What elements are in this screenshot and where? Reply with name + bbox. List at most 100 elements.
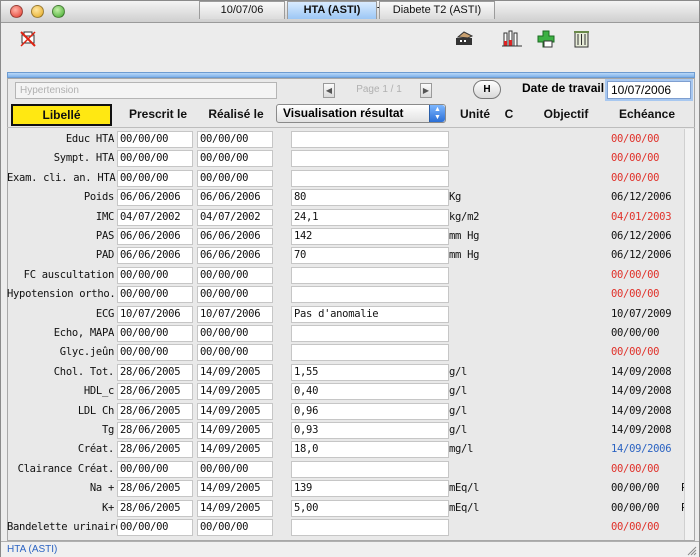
realise-field[interactable]: 10/07/2006 bbox=[197, 305, 273, 323]
no-print-icon[interactable] bbox=[17, 29, 39, 49]
resultat-field[interactable]: 1,55 bbox=[291, 363, 449, 381]
prescrit-field[interactable]: 28/06/2005 bbox=[117, 402, 193, 420]
prescrit-field[interactable]: 06/06/2006 bbox=[117, 228, 193, 245]
row-libelle[interactable]: K+ bbox=[7, 502, 114, 514]
row-libelle[interactable]: Echo, MAPA bbox=[7, 327, 115, 339]
realise-field[interactable]: 14/09/2005 bbox=[197, 422, 273, 439]
prescrit-field[interactable]: 00/00/00 bbox=[117, 519, 193, 536]
resultat-field[interactable]: 18,0 bbox=[291, 441, 449, 459]
resultat-field[interactable] bbox=[291, 266, 449, 284]
tab-date[interactable]: 10/07/06 bbox=[199, 1, 285, 19]
resultat-field[interactable] bbox=[291, 150, 449, 168]
tab-diabete[interactable]: Diabete T2 (ASTI) bbox=[379, 1, 495, 19]
row-libelle[interactable]: LDL Ch bbox=[7, 405, 114, 417]
realise-field[interactable]: 14/09/2005 bbox=[197, 402, 273, 420]
prescrit-field[interactable]: 28/06/2005 bbox=[117, 363, 193, 381]
realise-field[interactable]: 00/00/00 bbox=[197, 131, 273, 148]
resultat-field[interactable]: 0,40 bbox=[291, 383, 449, 401]
realise-field[interactable]: 00/00/00 bbox=[197, 344, 273, 362]
row-libelle[interactable]: ECG bbox=[7, 308, 114, 320]
prescrit-field[interactable]: 28/06/2005 bbox=[117, 441, 193, 459]
row-libelle[interactable]: Sympt. HTA bbox=[7, 152, 115, 164]
row-libelle[interactable]: IMC bbox=[7, 211, 114, 223]
visualisation-select[interactable]: Visualisation résultat ▲ ▼ bbox=[276, 104, 446, 123]
row-libelle[interactable]: PAS bbox=[7, 230, 114, 242]
prescrit-field[interactable]: 28/06/2005 bbox=[117, 383, 193, 401]
lab-tubes-icon[interactable] bbox=[501, 29, 523, 49]
realise-field[interactable]: 14/09/2005 bbox=[197, 499, 273, 517]
resultat-field[interactable]: 5,00 bbox=[291, 499, 449, 517]
prescrit-field[interactable]: 28/06/2005 bbox=[117, 480, 193, 498]
add-cross-icon[interactable] bbox=[535, 29, 557, 49]
resultat-field[interactable]: 80 bbox=[291, 189, 449, 207]
prescrit-field[interactable]: 00/00/00 bbox=[117, 169, 193, 187]
prescrit-field[interactable]: 00/00/00 bbox=[117, 150, 193, 168]
prescrit-field[interactable]: 00/00/00 bbox=[117, 131, 193, 148]
prev-page-button[interactable]: ◀ bbox=[323, 83, 335, 98]
resultat-field[interactable]: 142 bbox=[291, 228, 449, 245]
prescrit-field[interactable]: 00/00/00 bbox=[117, 266, 193, 284]
resultat-field[interactable]: 139 bbox=[291, 480, 449, 498]
realise-field[interactable]: 04/07/2002 bbox=[197, 208, 273, 226]
column-header-libelle[interactable]: Libellé bbox=[11, 104, 112, 126]
realise-field[interactable]: 00/00/00 bbox=[197, 519, 273, 536]
realise-field[interactable]: 00/00/00 bbox=[197, 286, 273, 304]
row-libelle[interactable]: Exam. cli. an. HTA bbox=[7, 172, 116, 184]
resultat-field[interactable]: Pas d'anomalie bbox=[291, 305, 449, 323]
row-libelle[interactable]: HDL_c bbox=[7, 385, 114, 397]
resultat-field[interactable] bbox=[291, 131, 449, 148]
tab-hta[interactable]: HTA (ASTI) bbox=[287, 1, 377, 19]
prescrit-field[interactable]: 06/06/2006 bbox=[117, 247, 193, 265]
prescrit-field[interactable]: 28/06/2005 bbox=[117, 499, 193, 517]
row-libelle[interactable]: Hypotension ortho. bbox=[7, 288, 116, 300]
row-libelle[interactable]: Chol. Tot. bbox=[7, 366, 115, 378]
realise-field[interactable]: 00/00/00 bbox=[197, 169, 273, 187]
resultat-field[interactable]: 0,96 bbox=[291, 402, 449, 420]
prescrit-field[interactable]: 04/07/2002 bbox=[117, 208, 193, 226]
realise-field[interactable]: 06/06/2006 bbox=[197, 189, 273, 207]
row-libelle[interactable]: Bandelette urinaire bbox=[7, 521, 122, 533]
realise-field[interactable]: 00/00/00 bbox=[197, 150, 273, 168]
realise-field[interactable]: 00/00/00 bbox=[197, 325, 273, 342]
key-hand-icon[interactable] bbox=[454, 29, 476, 49]
resize-grip-icon[interactable] bbox=[685, 544, 697, 556]
prescrit-field[interactable]: 00/00/00 bbox=[117, 286, 193, 304]
realise-field[interactable]: 14/09/2005 bbox=[197, 441, 273, 459]
trash-list-icon[interactable] bbox=[571, 29, 593, 49]
row-libelle[interactable]: Educ HTA bbox=[7, 133, 114, 145]
prescrit-field[interactable]: 00/00/00 bbox=[117, 325, 193, 342]
date-travail-input[interactable]: 10/07/2006 bbox=[607, 81, 691, 99]
row-libelle[interactable]: Na + bbox=[7, 482, 114, 494]
resultat-field[interactable] bbox=[291, 460, 449, 478]
prescrit-field[interactable]: 00/00/00 bbox=[117, 344, 193, 362]
realise-field[interactable]: 00/00/00 bbox=[197, 460, 273, 478]
prescrit-field[interactable]: 06/06/2006 bbox=[117, 189, 193, 207]
vertical-scrollbar[interactable] bbox=[684, 129, 694, 540]
resultat-field[interactable] bbox=[291, 286, 449, 304]
history-button[interactable]: H bbox=[473, 80, 501, 99]
realise-field[interactable]: 06/06/2006 bbox=[197, 247, 273, 265]
row-libelle[interactable]: Poids bbox=[7, 191, 114, 203]
realise-field[interactable]: 14/09/2005 bbox=[197, 383, 273, 401]
realise-field[interactable]: 14/09/2005 bbox=[197, 363, 273, 381]
resultat-field[interactable]: 0,93 bbox=[291, 422, 449, 439]
realise-field[interactable]: 06/06/2006 bbox=[197, 228, 273, 245]
row-libelle[interactable]: Créat. bbox=[7, 443, 114, 455]
resultat-field[interactable] bbox=[291, 519, 449, 536]
next-page-button[interactable]: ▶ bbox=[420, 83, 432, 98]
row-libelle[interactable]: PAD bbox=[7, 249, 114, 261]
row-libelle[interactable]: Clairance Créat. bbox=[7, 463, 115, 475]
resultat-field[interactable] bbox=[291, 325, 449, 342]
resultat-field[interactable] bbox=[291, 169, 449, 187]
resultat-field[interactable]: 70 bbox=[291, 247, 449, 265]
prescrit-field[interactable]: 00/00/00 bbox=[117, 460, 193, 478]
realise-field[interactable]: 00/00/00 bbox=[197, 266, 273, 284]
realise-field[interactable]: 14/09/2005 bbox=[197, 480, 273, 498]
resultat-field[interactable] bbox=[291, 344, 449, 362]
row-libelle[interactable]: FC auscultation bbox=[7, 269, 115, 281]
prescrit-field[interactable]: 28/06/2005 bbox=[117, 422, 193, 439]
prescrit-field[interactable]: 10/07/2006 bbox=[117, 305, 193, 323]
protocol-filter-field[interactable]: Hypertension bbox=[15, 82, 277, 99]
resultat-field[interactable]: 24,1 bbox=[291, 208, 449, 226]
row-libelle[interactable]: Glyc.jeûn bbox=[7, 346, 115, 358]
